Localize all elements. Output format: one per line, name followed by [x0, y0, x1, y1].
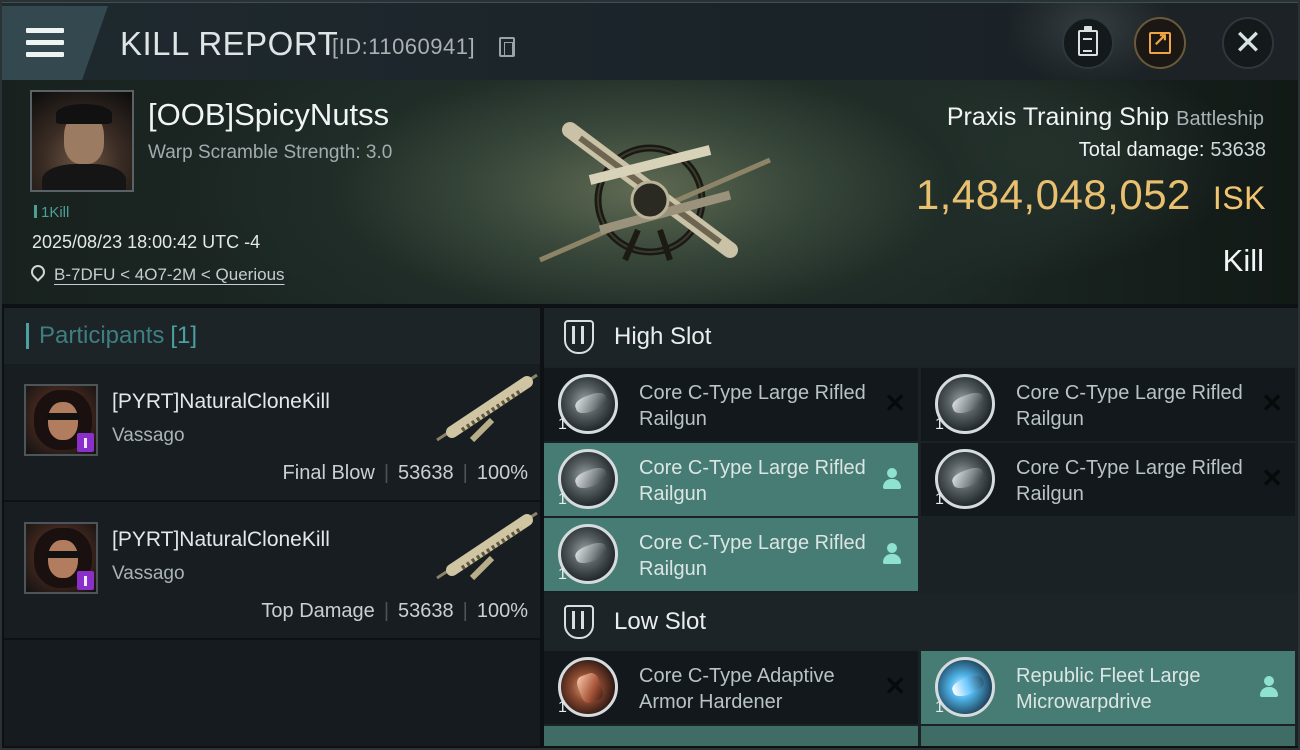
victim-ship-image[interactable] [520, 110, 790, 280]
participant-corp: Vassago [112, 563, 185, 584]
low-slot-icon [564, 605, 594, 639]
copy-icon[interactable] [499, 37, 515, 57]
clipboard-icon [1078, 26, 1098, 56]
participant-stats: Final Blow | 53638 | 100% [282, 462, 528, 484]
module-quantity: 1 [558, 416, 567, 433]
module-item[interactable]: 1 Core C-Type Large Rifled Railgun [544, 443, 918, 516]
dropped-person-icon [1259, 676, 1279, 698]
menu-tab[interactable] [0, 6, 108, 80]
module-quantity: 1 [935, 699, 944, 716]
participant-row[interactable]: [PYRT]NaturalCloneKill Vassago Final Blo… [4, 364, 540, 502]
module-item[interactable]: 1 Core C-Type Large Rifled Railgun ✕ [921, 368, 1295, 441]
module-name: Republic Fleet Large Microwarpdrive [1016, 665, 1201, 713]
ship-type-name: Praxis Training Ship [946, 103, 1170, 131]
railgun-icon [558, 374, 618, 434]
victim-name[interactable]: [OOB]SpicyNutss [148, 97, 389, 133]
isk-amount: 1,484,048,052 [915, 171, 1191, 218]
module-name: Core C-Type Large Rifled Railgun [1016, 382, 1243, 430]
total-damage: Total damage: 53638 [1079, 139, 1266, 162]
participant-percent: 100% [476, 462, 528, 484]
participants-count: [1] [170, 322, 198, 349]
dropped-person-icon [882, 543, 902, 565]
menu-icon[interactable] [26, 28, 64, 58]
module-quantity: 1 [558, 699, 567, 716]
isk-value: 1,484,048,052 ISK [916, 171, 1266, 219]
ship-class: Battleship [1176, 108, 1264, 130]
participant-row[interactable]: [PYRT]NaturalCloneKill Vassago Top Damag… [4, 502, 540, 640]
module-name: Core C-Type Large Rifled Railgun [639, 382, 866, 430]
total-damage-value: 53638 [1210, 139, 1266, 161]
destroyed-icon: ✕ [1261, 388, 1283, 418]
participant-percent: 100% [476, 600, 528, 622]
participant-name: [PYRT]NaturalCloneKill [112, 528, 330, 551]
module-name: Core C-Type Large Rifled Railgun [639, 457, 866, 505]
fitting-panel: High Slot 1 Core C-Type Large Rifled Rai… [544, 308, 1298, 746]
close-button[interactable]: ✕ [1222, 17, 1274, 69]
participant-name: [PYRT]NaturalCloneKill [112, 390, 330, 413]
railgun-icon [935, 374, 995, 434]
corp-badge-icon [77, 571, 94, 590]
low-slot-label: Low Slot [614, 608, 707, 635]
report-id: [ID:11060941] [332, 34, 476, 59]
module-item[interactable]: 1 Core C-Type Large Rifled Railgun ✕ [544, 368, 918, 441]
module-name: Core C-Type Large Rifled Railgun [639, 532, 866, 580]
participant-corp: Vassago [112, 425, 185, 446]
top-bar: KILL REPORT [ID:11060941] ✕ [0, 0, 1300, 83]
participants-label: Participants [39, 322, 165, 349]
share-icon [1149, 29, 1171, 54]
module-item-partial[interactable] [921, 726, 1295, 746]
destroyed-icon: ✕ [884, 388, 906, 418]
participants-panel: Participants [1] [PYRT]NaturalCloneKill … [4, 308, 540, 746]
high-slot-icon [564, 320, 594, 354]
participants-tab[interactable]: Participants [1] [4, 308, 540, 364]
module-item[interactable]: 1 Core C-Type Large Rifled Railgun ✕ [921, 443, 1295, 516]
ship-name[interactable]: Praxis Training Ship Battleship [947, 103, 1264, 132]
participant-ship-icon [436, 373, 538, 443]
isk-unit: ISK [1212, 180, 1266, 216]
high-slot-header: High Slot [544, 308, 1298, 366]
module-name: Core C-Type Large Rifled Railgun [1016, 457, 1243, 505]
module-item-partial[interactable] [544, 726, 918, 746]
kill-timestamp: 2025/08/23 18:00:42 UTC -4 [32, 232, 261, 252]
participant-role: Top Damage [261, 600, 375, 622]
destroyed-icon: ✕ [1261, 463, 1283, 493]
participant-avatar[interactable] [24, 522, 98, 594]
participant-damage: 53638 [398, 462, 454, 484]
high-slot-label: High Slot [614, 323, 712, 350]
module-item[interactable]: 1 Core C-Type Adaptive Armor Hardener ✕ [544, 651, 918, 724]
module-quantity: 1 [558, 491, 567, 508]
kill-result-label: Kill [1222, 243, 1264, 278]
microwarpdrive-icon [935, 657, 995, 717]
module-quantity: 1 [935, 416, 944, 433]
railgun-icon [558, 449, 618, 509]
participant-ship-icon [436, 511, 538, 581]
warp-scramble-strength: Warp Scramble Strength: 3.0 [148, 142, 393, 163]
module-item[interactable]: 1 Republic Fleet Large Microwarpdrive [921, 651, 1295, 724]
module-name: Core C-Type Adaptive Armor Hardener [639, 665, 835, 713]
dropped-person-icon [882, 468, 902, 490]
module-quantity: 1 [558, 566, 567, 583]
participant-avatar[interactable] [24, 384, 98, 456]
share-button[interactable] [1134, 17, 1186, 69]
railgun-icon [935, 449, 995, 509]
destroyed-icon: ✕ [884, 671, 906, 701]
kill-location-link[interactable]: B-7DFU < 4O7-2M < Querious [54, 265, 285, 285]
module-quantity: 1 [935, 491, 944, 508]
victim-panel: [OOB]SpicyNutss Warp Scramble Strength: … [0, 80, 1300, 304]
close-icon: ✕ [1233, 24, 1263, 62]
victim-avatar[interactable] [30, 90, 134, 192]
total-damage-label: Total damage: [1078, 139, 1205, 161]
low-slot-header: Low Slot [544, 593, 1298, 651]
participant-role: Final Blow [282, 462, 375, 484]
participant-damage: 53638 [398, 600, 454, 622]
page-title: KILL REPORT [120, 25, 339, 62]
participant-stats: Top Damage | 53638 | 100% [261, 600, 528, 622]
armor-hardener-icon [558, 657, 618, 717]
corp-badge-icon [77, 433, 94, 452]
module-item[interactable]: 1 Core C-Type Large Rifled Railgun [544, 518, 918, 591]
kill-count: 1Kill [34, 204, 69, 221]
location-pin-icon [28, 262, 48, 282]
railgun-icon [558, 524, 618, 584]
clipboard-button[interactable] [1062, 17, 1114, 69]
